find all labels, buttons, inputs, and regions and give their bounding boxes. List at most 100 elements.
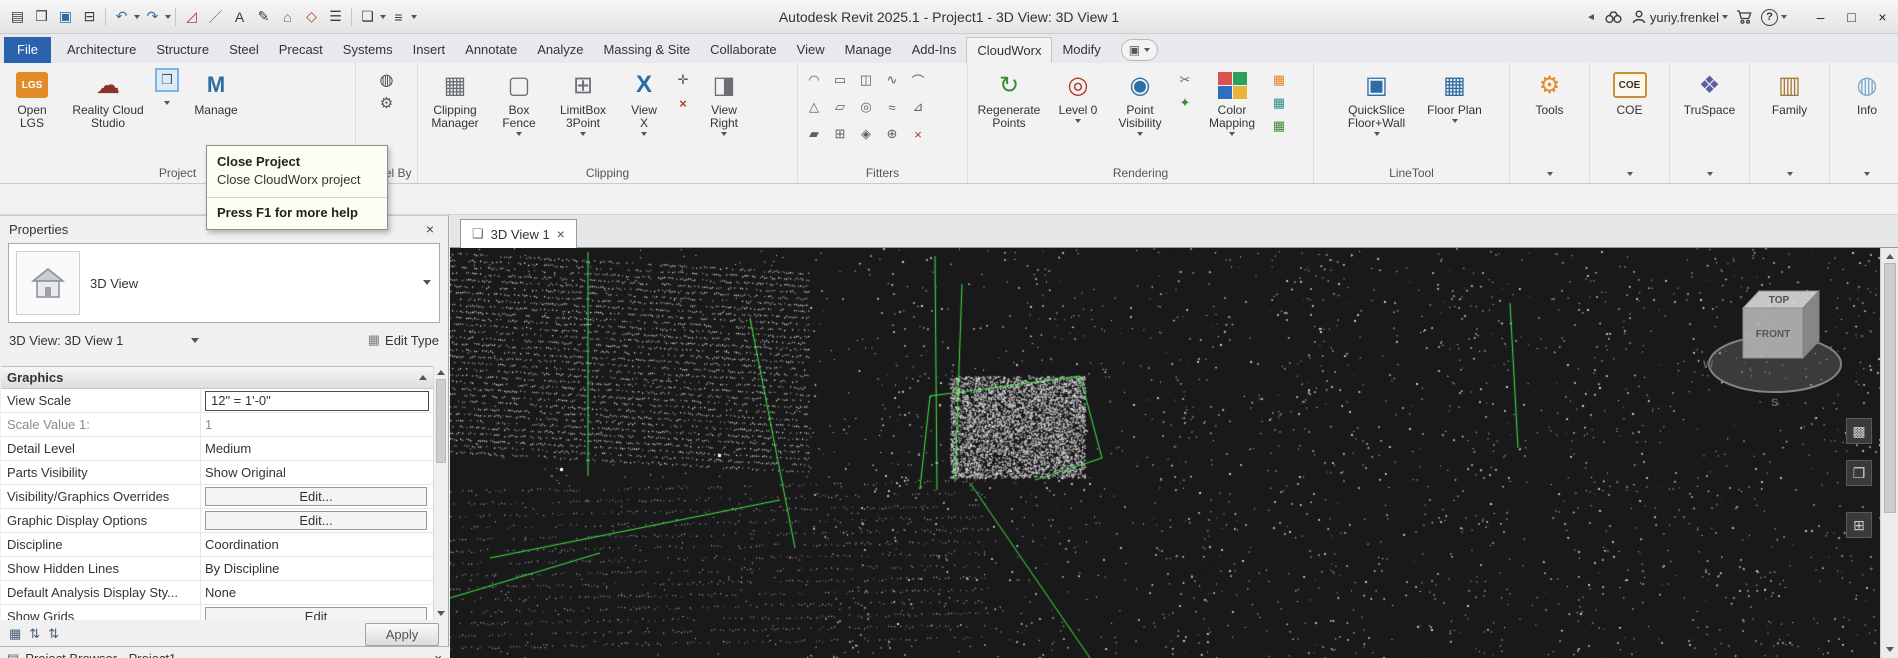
- viewport-scrollbar[interactable]: [1880, 248, 1898, 658]
- tab-modify[interactable]: Modify: [1052, 37, 1110, 63]
- detail-level-field[interactable]: Medium: [201, 437, 433, 460]
- open-icon[interactable]: ❒: [30, 5, 53, 29]
- search-icon[interactable]: [1604, 9, 1623, 25]
- tab-massing-site[interactable]: Massing & Site: [593, 37, 700, 63]
- redo-icon[interactable]: ↷: [141, 5, 164, 29]
- floor-plan-dropdown-icon[interactable]: [1452, 119, 1458, 123]
- close-window-button[interactable]: ×: [1867, 0, 1898, 34]
- view-cube[interactable]: TOP FRONT W S: [1691, 264, 1851, 414]
- panel-family-dropdown-icon[interactable]: [1787, 172, 1793, 176]
- tab-architecture[interactable]: Architecture: [57, 37, 146, 63]
- model-by-sphere-icon[interactable]: ◍: [377, 70, 397, 90]
- fitters-tool-icon-1[interactable]: ◠: [802, 69, 826, 91]
- cart-icon[interactable]: [1736, 9, 1753, 25]
- scroll-down-icon[interactable]: [437, 611, 445, 616]
- switch-windows-dropdown-icon[interactable]: [380, 15, 386, 19]
- default-analysis-field[interactable]: None: [201, 581, 433, 604]
- viewport-scrollbar-thumb[interactable]: [1884, 263, 1896, 513]
- limitbox-3point-button[interactable]: ⊞ LimitBox 3Point: [549, 65, 617, 136]
- print-icon[interactable]: ⊟: [78, 5, 101, 29]
- fitters-tool-icon-15[interactable]: ×: [906, 123, 930, 145]
- undo-icon[interactable]: ↶: [110, 5, 133, 29]
- reality-cloud-studio-button[interactable]: ☁ Reality Cloud Studio: [63, 65, 153, 130]
- text-icon[interactable]: ✎: [252, 5, 275, 29]
- ribbon-mode-button[interactable]: ▣: [1121, 39, 1158, 61]
- tag-icon[interactable]: A: [228, 5, 251, 29]
- fitters-tool-icon-11[interactable]: ▰: [802, 123, 826, 145]
- maximize-button[interactable]: □: [1836, 0, 1867, 34]
- point-cloud-canvas[interactable]: [450, 248, 1880, 658]
- view-tab-close-icon[interactable]: ×: [557, 226, 565, 242]
- section-collapse-icon[interactable]: [419, 375, 427, 380]
- customize-qat-icon[interactable]: ≡: [387, 5, 410, 29]
- apply-button[interactable]: Apply: [365, 623, 439, 646]
- color-mapping-dropdown-icon[interactable]: [1229, 132, 1235, 136]
- panel-truspace-dropdown-icon[interactable]: [1707, 172, 1713, 176]
- clipping-manager-button[interactable]: ▦ Clipping Manager: [421, 65, 489, 130]
- show-hidden-lines-field[interactable]: By Discipline: [201, 557, 433, 580]
- properties-close-icon[interactable]: ×: [421, 221, 439, 237]
- aligned-dimension-icon[interactable]: ／: [204, 5, 227, 29]
- fitters-tool-icon-3[interactable]: ◫: [854, 69, 878, 91]
- tab-view[interactable]: View: [787, 37, 835, 63]
- fitters-tool-icon-5[interactable]: ⌒: [906, 69, 930, 91]
- app-menu-icon[interactable]: ▤: [6, 5, 29, 29]
- viewport-tool-button-2[interactable]: ❒: [1846, 460, 1872, 486]
- default-3d-view-icon[interactable]: ⌂: [276, 5, 299, 29]
- project-browser-header[interactable]: ▤ Project Browser - Project1 ×: [0, 646, 449, 658]
- section-icon[interactable]: ◇: [300, 5, 323, 29]
- view-x-dropdown-icon[interactable]: [641, 132, 647, 136]
- help-button[interactable]: ?: [1761, 9, 1787, 26]
- tab-insert[interactable]: Insert: [403, 37, 456, 63]
- properties-scrollbar[interactable]: [433, 366, 447, 620]
- info-button[interactable]: ◍ Info: [1833, 65, 1898, 117]
- panel-coe-dropdown-icon[interactable]: [1627, 172, 1633, 176]
- fitters-tool-icon-7[interactable]: ▱: [828, 96, 852, 118]
- box-fence-dropdown-icon[interactable]: [516, 132, 522, 136]
- view-right-dropdown-icon[interactable]: [721, 132, 727, 136]
- properties-filter-icon[interactable]: ▦: [9, 626, 21, 642]
- point-visibility-dropdown-icon[interactable]: [1137, 132, 1143, 136]
- viewport[interactable]: TOP FRONT W S ▩ ❒ ⊞: [450, 248, 1880, 658]
- customize-qat-dropdown-icon[interactable]: [411, 15, 417, 19]
- color-mapping-button[interactable]: Color Mapping: [1199, 65, 1265, 136]
- clipping-remove-icon[interactable]: ×: [673, 93, 693, 113]
- tab-manage[interactable]: Manage: [835, 37, 902, 63]
- parts-visibility-field[interactable]: Show Original: [201, 461, 433, 484]
- fitters-tool-icon-14[interactable]: ⊕: [880, 123, 904, 145]
- floor-plan-button[interactable]: ▦ Floor Plan: [1421, 65, 1489, 123]
- box-fence-button[interactable]: ▢ Box Fence: [491, 65, 547, 136]
- viewport-tool-button-3[interactable]: ⊞: [1846, 512, 1872, 538]
- fitters-tool-icon-13[interactable]: ◈: [854, 123, 878, 145]
- fitters-tool-icon-12[interactable]: ⊞: [828, 123, 852, 145]
- color-tool-icon-2[interactable]: ▦: [1269, 93, 1289, 113]
- scissors-icon[interactable]: ✂: [1175, 70, 1195, 90]
- fitters-tool-icon-2[interactable]: ▭: [828, 69, 852, 91]
- fitters-tool-icon-9[interactable]: ≈: [880, 96, 904, 118]
- tab-add-ins[interactable]: Add-Ins: [902, 37, 967, 63]
- coe-button[interactable]: COE COE: [1596, 65, 1664, 117]
- tab-cloudworx[interactable]: CloudWorx: [966, 37, 1052, 63]
- redo-dropdown-icon[interactable]: [165, 15, 171, 19]
- quickslice-button[interactable]: ▣ QuickSlice Floor+Wall: [1335, 65, 1419, 136]
- discipline-field[interactable]: Coordination: [201, 533, 433, 556]
- project-browser-close-icon[interactable]: ×: [434, 651, 442, 658]
- viewport-scroll-down-icon[interactable]: [1886, 647, 1894, 652]
- view-right-button[interactable]: ◨ View Right: [697, 65, 751, 136]
- model-by-gear-icon[interactable]: ⚙: [377, 93, 397, 113]
- measure-icon[interactable]: ◿: [180, 5, 203, 29]
- truspace-button[interactable]: ❖ TruSpace: [1676, 65, 1744, 117]
- sort-descending-icon[interactable]: ⇅: [48, 626, 59, 642]
- tab-analyze[interactable]: Analyze: [527, 37, 593, 63]
- graphic-display-options-edit-button[interactable]: Edit...: [205, 511, 427, 530]
- color-tool-icon-3[interactable]: ▦: [1269, 116, 1289, 136]
- scrollbar-thumb[interactable]: [436, 379, 446, 463]
- section-graphics[interactable]: Graphics: [1, 367, 433, 389]
- type-selector[interactable]: 3D View: [8, 243, 440, 323]
- point-visibility-button[interactable]: ◉ Point Visibility: [1109, 65, 1171, 136]
- undo-dropdown-icon[interactable]: [134, 15, 140, 19]
- quickslice-dropdown-icon[interactable]: [1374, 132, 1380, 136]
- regenerate-points-button[interactable]: ↻ Regenerate Points: [971, 65, 1047, 130]
- visibility-graphics-edit-button[interactable]: Edit...: [205, 487, 427, 506]
- edit-type-button[interactable]: ▦ Edit Type: [368, 332, 439, 348]
